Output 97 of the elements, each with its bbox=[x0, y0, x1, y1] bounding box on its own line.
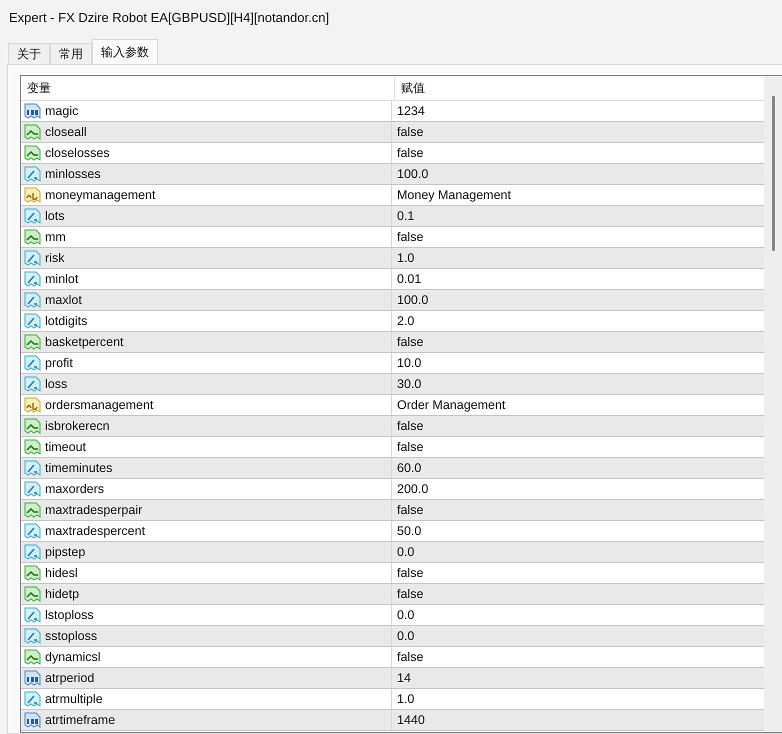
parameter-name: lots bbox=[45, 209, 64, 223]
scroll-thumb[interactable] bbox=[772, 96, 774, 251]
parameter-value[interactable]: 10.0 bbox=[392, 353, 764, 373]
tab[interactable]: 关于 bbox=[8, 43, 50, 64]
parameter-value[interactable]: false bbox=[392, 584, 764, 604]
parameter-name: minlot bbox=[45, 272, 78, 286]
parameter-value[interactable]: Order Management bbox=[392, 395, 764, 415]
fraction-icon bbox=[24, 313, 41, 329]
parameter-name: atrperiod bbox=[45, 671, 94, 685]
parameter-name: maxtradespercent bbox=[45, 524, 146, 538]
parameter-name: profit bbox=[45, 356, 73, 370]
parameter-value[interactable]: 0.0 bbox=[392, 626, 764, 646]
parameter-name: hidesl bbox=[45, 566, 78, 580]
parameter-value[interactable]: 1440 bbox=[392, 710, 764, 730]
fraction-icon bbox=[24, 460, 41, 476]
toggle-icon bbox=[24, 502, 41, 518]
column-header[interactable]: 变量 bbox=[21, 76, 395, 100]
toggle-icon bbox=[24, 334, 41, 350]
parameter-name: minlosses bbox=[45, 167, 101, 181]
toggle-icon bbox=[24, 145, 41, 161]
parameter-value[interactable]: 2.0 bbox=[392, 311, 764, 331]
fraction-icon bbox=[24, 481, 41, 497]
fraction-icon bbox=[24, 250, 41, 266]
fraction-icon bbox=[24, 292, 41, 308]
parameter-value[interactable]: 60.0 bbox=[392, 458, 764, 478]
fraction-icon bbox=[24, 628, 41, 644]
toggle-icon bbox=[24, 229, 41, 245]
parameter-value[interactable]: 0.1 bbox=[392, 206, 764, 226]
fraction-icon bbox=[24, 607, 41, 623]
parameter-value[interactable]: 14 bbox=[392, 668, 764, 688]
parameter-name: closeall bbox=[45, 125, 87, 139]
fraction-icon bbox=[24, 691, 41, 707]
fraction-icon bbox=[24, 376, 41, 392]
parameter-name: dynamicsl bbox=[45, 650, 101, 664]
parameter-name: mm bbox=[45, 230, 66, 244]
parameter-value[interactable]: false bbox=[392, 227, 764, 247]
parameter-value[interactable]: 200.0 bbox=[392, 479, 764, 499]
parameter-value[interactable]: Money Management bbox=[392, 185, 764, 205]
fraction-icon bbox=[24, 208, 41, 224]
parameter-name: maxorders bbox=[45, 482, 104, 496]
parameter-value[interactable]: false bbox=[392, 500, 764, 520]
parameter-name: maxtradesperpair bbox=[45, 503, 142, 517]
parameter-name: hidetp bbox=[45, 587, 80, 601]
parameter-name: lotdigits bbox=[45, 314, 88, 328]
parameter-value[interactable]: 100.0 bbox=[392, 164, 764, 184]
toggle-icon bbox=[24, 124, 41, 140]
integer-icon bbox=[24, 670, 41, 686]
tab[interactable]: 输入参数 bbox=[92, 39, 158, 64]
parameter-value[interactable]: false bbox=[392, 332, 764, 352]
integer-icon bbox=[24, 103, 41, 119]
parameter-value[interactable]: 0.0 bbox=[392, 542, 764, 562]
toggle-icon bbox=[24, 439, 41, 455]
parameter-name: lstoploss bbox=[45, 608, 94, 622]
parameter-value[interactable]: 30.0 bbox=[392, 374, 764, 394]
toggle-icon bbox=[24, 586, 41, 602]
parameter-value[interactable]: false bbox=[392, 122, 764, 142]
parameter-value[interactable]: 0.0 bbox=[392, 605, 764, 625]
scrollbar[interactable] bbox=[764, 76, 782, 732]
parameter-value[interactable]: 1.0 bbox=[392, 248, 764, 268]
integer-icon bbox=[24, 712, 41, 728]
parameter-value[interactable]: false bbox=[392, 563, 764, 583]
parameter-value[interactable]: 1.0 bbox=[392, 689, 764, 709]
parameter-value[interactable]: false bbox=[392, 647, 764, 667]
tab[interactable]: 常用 bbox=[50, 43, 92, 64]
fraction-icon bbox=[24, 355, 41, 371]
text-icon bbox=[24, 187, 41, 203]
parameter-value[interactable]: false bbox=[392, 143, 764, 163]
parameter-name: ordersmanagement bbox=[45, 398, 154, 412]
text-icon bbox=[24, 397, 41, 413]
toggle-icon bbox=[24, 649, 41, 665]
column-header[interactable]: 赋值 bbox=[395, 76, 764, 100]
parameter-name: atrmultiple bbox=[45, 692, 103, 706]
parameter-name: risk bbox=[45, 251, 64, 265]
parameter-value[interactable]: 1234 bbox=[392, 101, 764, 121]
parameter-name: basketpercent bbox=[45, 335, 124, 349]
fraction-icon bbox=[24, 523, 41, 539]
parameter-name: maxlot bbox=[45, 293, 82, 307]
parameter-value[interactable]: 50.0 bbox=[392, 521, 764, 541]
parameter-value[interactable]: false bbox=[392, 437, 764, 457]
parameter-name: loss bbox=[45, 377, 68, 391]
fraction-icon bbox=[24, 544, 41, 560]
parameter-value[interactable]: 0.01 bbox=[392, 269, 764, 289]
parameter-value[interactable]: 100.0 bbox=[392, 290, 764, 310]
parameter-name: timeout bbox=[45, 440, 86, 454]
parameter-name: closelosses bbox=[45, 146, 110, 160]
fraction-icon bbox=[24, 271, 41, 287]
toggle-icon bbox=[24, 418, 41, 434]
parameter-name: sstoploss bbox=[45, 629, 98, 643]
toggle-icon bbox=[24, 565, 41, 581]
parameter-name: magic bbox=[45, 104, 78, 118]
parameter-name: atrtimeframe bbox=[45, 713, 116, 727]
parameter-name: timeminutes bbox=[45, 461, 112, 475]
parameter-name: isbrokerecn bbox=[45, 419, 110, 433]
parameter-name: pipstep bbox=[45, 545, 86, 559]
fraction-icon bbox=[24, 166, 41, 182]
parameter-name: moneymanagement bbox=[45, 188, 156, 202]
parameter-value[interactable]: false bbox=[392, 416, 764, 436]
